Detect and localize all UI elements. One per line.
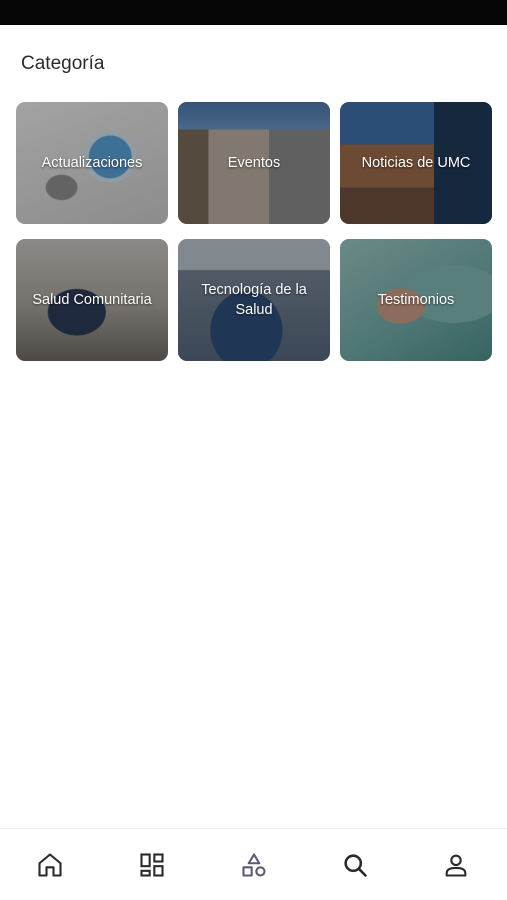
nav-categories-button[interactable] (134, 847, 170, 883)
grid-icon (140, 853, 164, 877)
category-label: Tecnología de la Salud (201, 282, 307, 318)
category-label: Actualizaciones (41, 155, 143, 171)
nav-search-button[interactable] (337, 847, 373, 883)
category-grid: Actualizaciones Eventos Noticias de UMC … (16, 102, 492, 361)
search-icon (344, 854, 367, 877)
shapes-icon (242, 853, 266, 877)
category-label: Salud Comunitaria (32, 292, 152, 308)
bottom-navigation (0, 828, 507, 900)
category-label: Eventos (227, 155, 281, 171)
nav-shapes-button[interactable] (236, 847, 272, 883)
home-icon (38, 853, 62, 877)
category-tile-tecnologia-de-la-salud[interactable]: Tecnología de la Salud (178, 239, 330, 361)
category-tile-salud-comunitaria[interactable]: Salud Comunitaria (16, 239, 168, 361)
category-tile-eventos[interactable]: Eventos (178, 102, 330, 224)
category-label: Testimonios (377, 292, 455, 308)
category-tile-noticias-de-umc[interactable]: Noticias de UMC (340, 102, 492, 224)
category-label: Noticias de UMC (361, 155, 471, 171)
page-title: Categoría (21, 53, 105, 74)
category-tile-testimonios[interactable]: Testimonios (340, 239, 492, 361)
nav-profile-button[interactable] (438, 847, 474, 883)
nav-home-button[interactable] (32, 847, 68, 883)
user-icon (445, 854, 467, 877)
category-tile-actualizaciones[interactable]: Actualizaciones (16, 102, 168, 224)
status-bar (0, 0, 507, 25)
